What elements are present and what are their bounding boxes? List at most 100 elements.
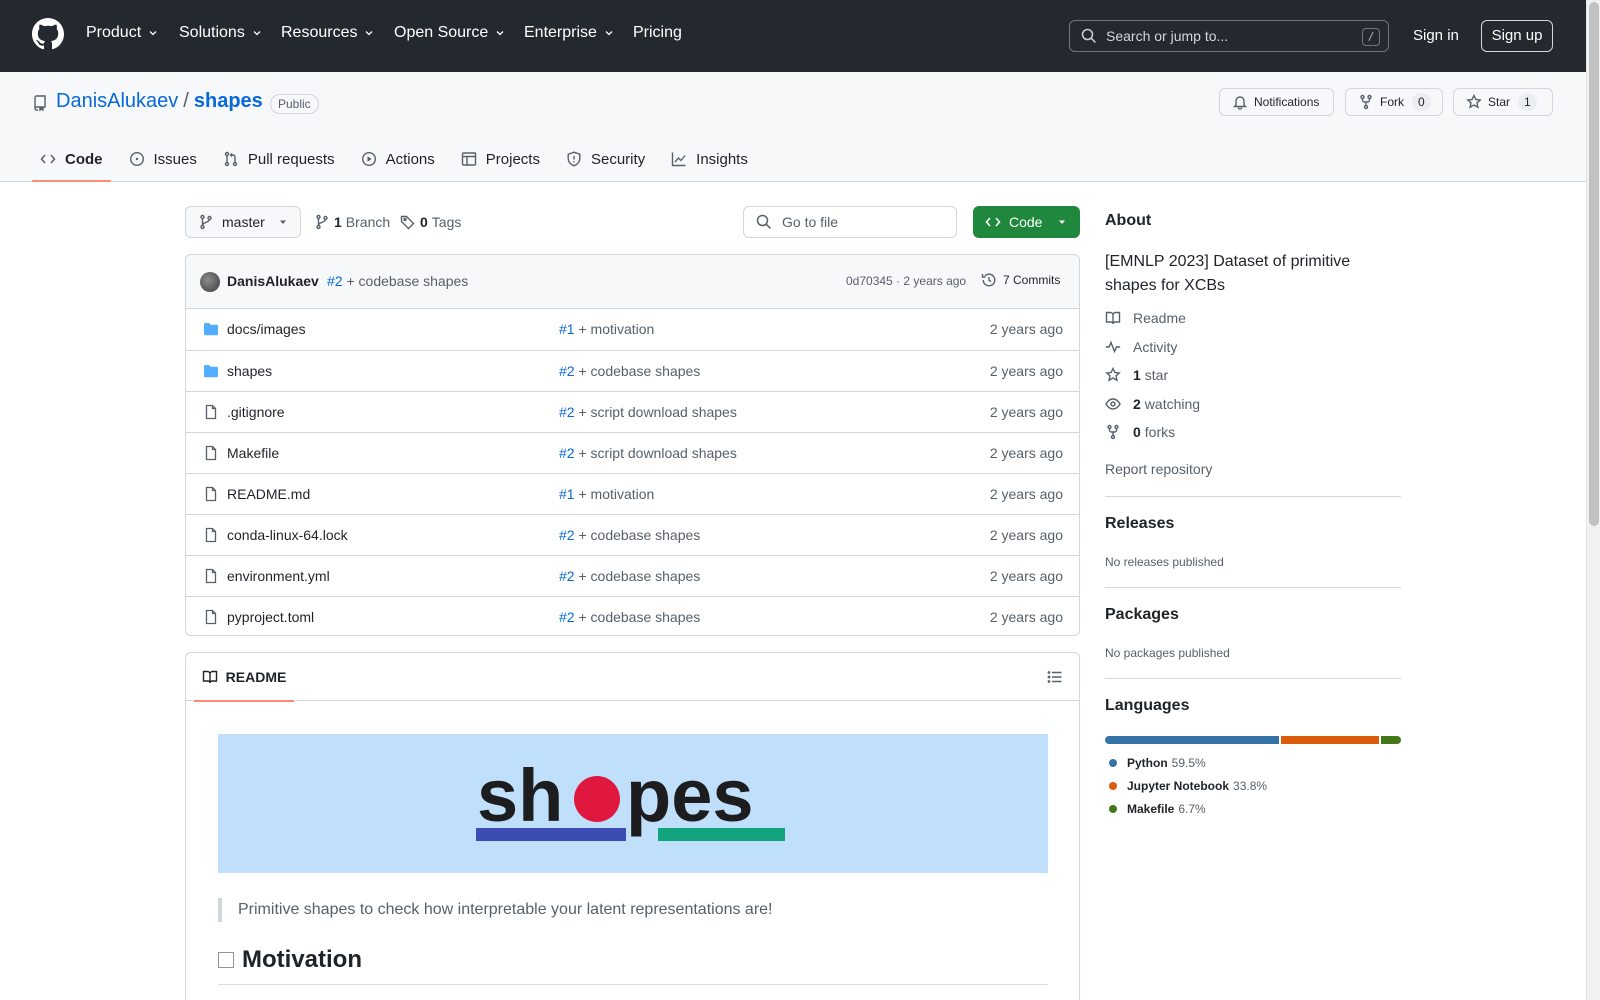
commit-pr-link[interactable]: #2 bbox=[327, 273, 343, 289]
chevron-down-icon bbox=[605, 31, 613, 36]
go-to-file-input[interactable]: Go to file bbox=[743, 206, 957, 238]
file-row[interactable]: docs/images #1 + motivation 2 years ago bbox=[186, 309, 1079, 350]
tab-pull-requests[interactable]: Pull requests bbox=[215, 136, 343, 182]
nav-item-resources[interactable]: Resources bbox=[281, 24, 375, 42]
tab-projects[interactable]: Projects bbox=[453, 136, 548, 182]
branch-icon bbox=[200, 214, 212, 230]
file-commit-text[interactable]: + script download shapes bbox=[578, 404, 736, 420]
readme-banner-image: sh pes bbox=[218, 734, 1048, 873]
about-link-count: 1 bbox=[1133, 367, 1141, 383]
file-name-link[interactable]: environment.yml bbox=[227, 568, 330, 584]
file-commit-text[interactable]: + codebase shapes bbox=[578, 527, 700, 543]
about-link-star[interactable]: 1 star bbox=[1105, 367, 1168, 383]
readme-tab[interactable]: README bbox=[194, 653, 294, 702]
avatar[interactable] bbox=[200, 272, 220, 292]
file-commit-text[interactable]: + codebase shapes bbox=[578, 609, 700, 625]
file-commit-text[interactable]: + motivation bbox=[578, 486, 654, 502]
file-name-link[interactable]: Makefile bbox=[227, 445, 279, 461]
language-item-python[interactable]: Python 59.5% bbox=[1109, 756, 1206, 770]
nav-item-open-source[interactable]: Open Source bbox=[394, 24, 506, 42]
repo-name-link[interactable]: shapes bbox=[194, 90, 263, 113]
file-commit-pr-link[interactable]: #2 bbox=[559, 404, 575, 420]
tab-label: Projects bbox=[485, 150, 540, 168]
file-icon bbox=[205, 404, 217, 420]
play-icon bbox=[361, 151, 376, 167]
file-commit-pr-link[interactable]: #2 bbox=[559, 363, 575, 379]
file-commit-text[interactable]: + motivation bbox=[578, 321, 654, 337]
commits-history-link[interactable]: 7 Commits bbox=[981, 272, 1060, 288]
file-name-link[interactable]: shapes bbox=[227, 363, 272, 379]
file-commit-pr-link[interactable]: #2 bbox=[559, 527, 575, 543]
heading-divider bbox=[218, 984, 1048, 985]
tags-link[interactable]: 0 Tags bbox=[400, 214, 461, 230]
packages-heading[interactable]: Packages bbox=[1105, 606, 1179, 624]
about-link-label: watching bbox=[1144, 396, 1201, 412]
scrollbar-thumb[interactable] bbox=[1589, 2, 1599, 526]
file-commit-pr-link[interactable]: #2 bbox=[559, 568, 575, 584]
file-name-link[interactable]: docs/images bbox=[227, 321, 306, 337]
file-commit-message: #1 + motivation bbox=[559, 486, 654, 502]
file-row[interactable]: shapes #2 + codebase shapes 2 years ago bbox=[186, 350, 1079, 391]
releases-heading[interactable]: Releases bbox=[1105, 515, 1174, 533]
tab-label: Code bbox=[65, 150, 103, 168]
fork-button[interactable]: Fork 0 bbox=[1345, 88, 1443, 116]
file-name-link[interactable]: pyproject.toml bbox=[227, 609, 314, 625]
nav-item-product[interactable]: Product bbox=[86, 24, 159, 42]
file-commit-pr-link[interactable]: #2 bbox=[559, 445, 575, 461]
about-link-readme[interactable]: Readme bbox=[1105, 310, 1186, 326]
nav-item-solutions[interactable]: Solutions bbox=[179, 24, 263, 42]
file-commit-text[interactable]: + codebase shapes bbox=[578, 363, 700, 379]
global-search-input[interactable]: Search or jump to... / bbox=[1069, 20, 1389, 52]
file-row[interactable]: README.md #1 + motivation 2 years ago bbox=[186, 473, 1079, 514]
banner-text-pes: pes bbox=[626, 754, 754, 837]
commit-hash-time[interactable]: 0d70345 · 2 years ago bbox=[846, 274, 966, 288]
file-name-link[interactable]: README.md bbox=[227, 486, 310, 502]
file-row[interactable]: environment.yml #2 + codebase shapes 2 yea… bbox=[186, 555, 1079, 596]
about-link-activity[interactable]: Activity bbox=[1105, 339, 1177, 355]
about-link-watching[interactable]: 2 watching bbox=[1105, 396, 1200, 412]
language-color-dot bbox=[1109, 759, 1117, 767]
file-name-link[interactable]: conda-linux-64.lock bbox=[227, 527, 348, 543]
sign-in-link[interactable]: Sign in bbox=[1413, 27, 1459, 44]
table-icon bbox=[461, 152, 476, 166]
language-item-makefile[interactable]: Makefile 6.7% bbox=[1109, 802, 1206, 816]
file-row[interactable]: .gitignore #2 + script download shapes 2 y… bbox=[186, 391, 1079, 432]
code-dropdown-button[interactable]: Code bbox=[973, 206, 1080, 238]
nav-item-pricing[interactable]: Pricing bbox=[633, 24, 682, 42]
file-commit-text[interactable]: + codebase shapes bbox=[578, 568, 700, 584]
file-row[interactable]: Makefile #2 + script download shapes 2 yea… bbox=[186, 432, 1079, 473]
tab-security[interactable]: Security bbox=[558, 136, 653, 182]
file-commit-pr-link[interactable]: #1 bbox=[559, 321, 575, 337]
report-repository-link[interactable]: Report repository bbox=[1105, 461, 1212, 477]
file-row[interactable]: conda-linux-64.lock #2 + codebase shapes 2… bbox=[186, 514, 1079, 555]
notifications-button[interactable]: Notifications bbox=[1219, 88, 1334, 116]
about-link-forks[interactable]: 0 forks bbox=[1105, 424, 1175, 440]
repo-owner-link[interactable]: DanisAlukaev bbox=[56, 90, 178, 113]
tab-label: Issues bbox=[153, 150, 197, 168]
go-to-file-placeholder: Go to file bbox=[782, 214, 839, 230]
tab-issues[interactable]: Issues bbox=[121, 136, 205, 182]
readme-heading-motivation: Motivation bbox=[218, 946, 362, 974]
tab-actions[interactable]: Actions bbox=[353, 136, 443, 182]
file-name-link[interactable]: .gitignore bbox=[227, 404, 285, 420]
github-logo-icon[interactable] bbox=[32, 18, 64, 50]
language-color-dot bbox=[1109, 782, 1117, 790]
page-scrollbar[interactable] bbox=[1586, 0, 1600, 1000]
sign-up-button[interactable]: Sign up bbox=[1481, 20, 1553, 52]
commit-author-link[interactable]: DanisAlukaev bbox=[227, 273, 319, 289]
branch-selector[interactable]: master bbox=[185, 206, 301, 238]
file-commit-text[interactable]: + script download shapes bbox=[578, 445, 736, 461]
tab-code[interactable]: Code bbox=[32, 136, 111, 182]
file-commit-time: 2 years ago bbox=[989, 527, 1063, 543]
star-button[interactable]: Star 1 bbox=[1453, 88, 1553, 116]
branches-link[interactable]: 1 Branch bbox=[314, 214, 390, 230]
tab-insights[interactable]: Insights bbox=[663, 136, 756, 182]
about-link-count: 2 bbox=[1133, 396, 1141, 412]
list-outline-icon[interactable] bbox=[1047, 669, 1063, 685]
file-row[interactable]: pyproject.toml #2 + codebase shapes 2 year… bbox=[186, 596, 1079, 635]
file-commit-pr-link[interactable]: #1 bbox=[559, 486, 575, 502]
file-commit-pr-link[interactable]: #2 bbox=[559, 609, 575, 625]
nav-item-enterprise[interactable]: Enterprise bbox=[524, 24, 615, 42]
language-item-jupyter-notebook[interactable]: Jupyter Notebook 33.8% bbox=[1109, 779, 1267, 793]
commit-message-text[interactable]: + codebase shapes bbox=[346, 273, 468, 289]
